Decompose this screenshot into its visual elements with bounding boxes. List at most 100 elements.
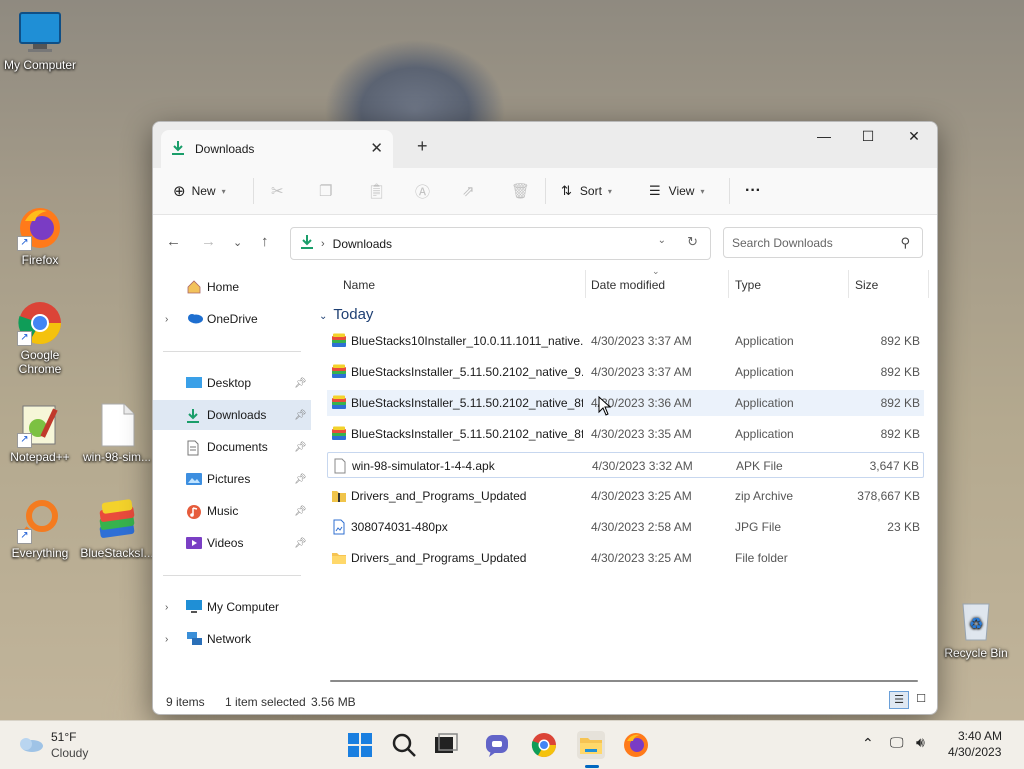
sidebar-item-home[interactable]: Home	[153, 272, 311, 302]
view-button[interactable]: ☰ View ▾	[649, 180, 704, 202]
cut-icon[interactable]: ✂	[271, 180, 284, 202]
breadcrumb-downloads[interactable]: Downloads	[333, 237, 392, 251]
sidebar-item-label: OneDrive	[207, 312, 258, 326]
horizontal-scrollbar[interactable]	[330, 680, 918, 682]
cloud-icon	[186, 312, 203, 326]
bluestacks-icon	[331, 395, 347, 411]
file-date-modified: 4/30/2023 3:35 AM	[591, 427, 692, 441]
sidebar-item-music[interactable]: Music 📌︎	[153, 496, 311, 526]
minimize-button[interactable]: —	[801, 122, 847, 152]
desktop-icon-win98-apk[interactable]: win-98-sim...	[77, 402, 157, 464]
new-tab-button[interactable]: +	[417, 136, 428, 157]
chevron-right-icon[interactable]: ›	[165, 602, 168, 613]
refresh-icon[interactable]: ↻	[687, 234, 698, 250]
pin-icon[interactable]: 📌︎	[294, 442, 307, 453]
desktop-icon-bluestacks[interactable]: BlueStacksI...	[77, 498, 157, 560]
volume-icon[interactable]: 🔊︎	[916, 734, 925, 751]
paste-icon[interactable]: 📋︎	[367, 180, 386, 202]
column-header-size[interactable]: Size	[855, 278, 878, 292]
clock-date[interactable]: 4/30/2023	[948, 745, 1001, 759]
sidebar-item-desktop[interactable]: Desktop 📌︎	[153, 368, 311, 398]
file-row[interactable]: Drivers_and_Programs_Updated 4/30/2023 3:…	[327, 545, 924, 571]
file-type: zip Archive	[735, 489, 794, 503]
desktop-icon-everything[interactable]: ↗ Everything	[0, 498, 80, 560]
file-row[interactable]: Drivers_and_Programs_Updated 4/30/2023 3:…	[327, 483, 924, 509]
file-row[interactable]: BlueStacksInstaller_5.11.50.2102_native_…	[327, 390, 924, 416]
tab-downloads[interactable]: Downloads ✕	[161, 130, 393, 168]
maximize-button[interactable]: ☐	[845, 122, 891, 152]
chevron-right-icon[interactable]: ›	[165, 314, 168, 325]
sidebar-item-network[interactable]: › Network	[153, 624, 311, 654]
pin-icon[interactable]: 📌︎	[294, 506, 307, 517]
file-row[interactable]: 308074031-480px 4/30/2023 2:58 AM JPG File…	[327, 514, 924, 540]
sidebar-divider	[163, 351, 301, 352]
file-date-modified: 4/30/2023 3:25 AM	[591, 489, 692, 503]
clock-time[interactable]: 3:40 AM	[958, 729, 1002, 743]
navigation-pane: Home › OneDrive Desktop 📌︎ Downloads 📌︎ …	[153, 270, 311, 678]
desktop-icon-recycle-bin[interactable]: ♻ Recycle Bin	[936, 598, 1016, 660]
desktop-icon-notepadpp[interactable]: ↗ Notepad++	[0, 402, 80, 464]
file-explorer-icon[interactable]	[577, 731, 605, 768]
search-icon[interactable]	[390, 731, 418, 759]
new-button[interactable]: ⊕ New ▾	[173, 180, 226, 202]
sidebar-item-label: Network	[207, 632, 252, 646]
file-row[interactable]: BlueStacks10Installer_10.0.11.1011_nativ…	[327, 328, 924, 354]
group-header-today[interactable]: ⌄ Today	[319, 306, 373, 323]
pin-icon[interactable]: 📌︎	[294, 474, 307, 485]
more-options-button[interactable]: ···	[745, 180, 761, 202]
video-icon	[186, 536, 202, 550]
address-bar[interactable]: › Downloads ⌄ ↻	[290, 227, 711, 260]
pin-icon[interactable]: 📌︎	[294, 538, 307, 549]
sidebar-item-my-computer[interactable]: › My Computer	[153, 592, 311, 622]
desktop-icon-firefox[interactable]: ↗ Firefox	[0, 205, 80, 267]
show-hidden-icons-chevron[interactable]: ⌃	[862, 735, 874, 752]
start-button[interactable]	[346, 731, 374, 759]
chevron-right-icon[interactable]: ›	[165, 634, 168, 645]
file-row[interactable]: BlueStacksInstaller_5.11.50.2102_native_…	[327, 421, 924, 447]
desktop-icon-my-computer[interactable]: My Computer	[0, 10, 80, 72]
chevron-down-icon[interactable]: ⌄	[658, 235, 666, 246]
desktop-icon-chrome[interactable]: ↗ Google Chrome	[0, 300, 80, 376]
forward-arrow-icon[interactable]: →	[201, 233, 216, 250]
weather-widget[interactable]: 51°F Cloudy	[16, 729, 126, 763]
chat-icon[interactable]	[483, 731, 511, 759]
rename-icon[interactable]: Ⓐ	[415, 180, 430, 202]
column-header-type[interactable]: Type	[735, 278, 761, 292]
pin-icon[interactable]: 📌︎	[294, 378, 307, 389]
search-input[interactable]: Search Downloads ⚲	[723, 227, 923, 258]
file-row[interactable]: BlueStacksInstaller_5.11.50.2102_native_…	[327, 359, 924, 385]
recent-locations-chevron-icon[interactable]: ⌄	[233, 236, 242, 249]
file-row[interactable]: win-98-simulator-1-4-4.apk 4/30/2023 3:32…	[327, 452, 924, 478]
column-divider	[928, 270, 929, 298]
bluestacks-icon	[94, 498, 140, 544]
sidebar-item-label: Videos	[207, 536, 244, 550]
pin-icon[interactable]: 📌︎	[294, 410, 307, 421]
back-arrow-icon[interactable]: ←	[166, 233, 181, 250]
delete-icon[interactable]: 🗑︎	[511, 180, 530, 202]
file-type: APK File	[736, 459, 783, 473]
recycle-bin-icon: ♻	[953, 598, 999, 644]
sort-button[interactable]: ⇅ Sort ▾	[561, 180, 612, 202]
sidebar-item-label: Music	[207, 504, 239, 518]
column-header-name[interactable]: Name	[343, 278, 375, 292]
close-tab-icon[interactable]: ✕	[370, 139, 383, 157]
details-view-button[interactable]: ☰	[889, 691, 909, 709]
tiles-view-button[interactable]: ☐	[911, 691, 931, 709]
column-header-date-modified[interactable]: Date modified	[591, 278, 665, 292]
file-name: 308074031-480px	[351, 520, 448, 534]
up-arrow-icon[interactable]: ↑	[261, 233, 269, 250]
sidebar-item-videos[interactable]: Videos 📌︎	[153, 528, 311, 558]
sidebar-item-documents[interactable]: Documents 📌︎	[153, 432, 311, 462]
file-name: Drivers_and_Programs_Updated	[351, 551, 527, 565]
task-view-icon[interactable]	[432, 731, 460, 759]
sidebar-item-downloads[interactable]: Downloads 📌︎	[153, 400, 311, 430]
desktop-icon-label: My Computer	[3, 58, 77, 72]
sidebar-item-pictures[interactable]: Pictures 📌︎	[153, 464, 311, 494]
share-icon[interactable]: ⇗	[462, 180, 475, 202]
sidebar-item-onedrive[interactable]: › OneDrive	[153, 304, 311, 334]
close-window-button[interactable]: ✕	[891, 122, 937, 152]
firefox-icon[interactable]	[622, 731, 650, 759]
network-display-icon[interactable]: 🖵︎	[890, 734, 904, 751]
copy-icon[interactable]: ❐	[319, 180, 332, 202]
chrome-icon[interactable]	[530, 731, 558, 759]
